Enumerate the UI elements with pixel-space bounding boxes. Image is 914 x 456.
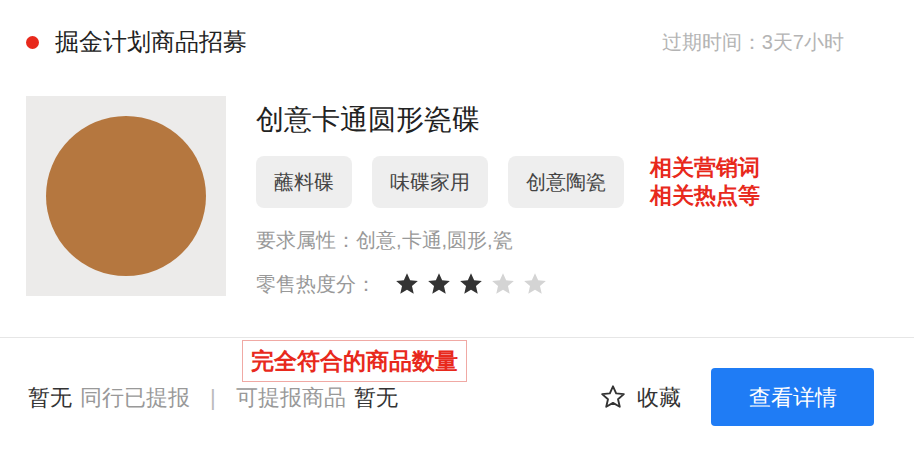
header-title-group: 掘金计划商品招募: [26, 24, 247, 60]
annotation-line: 相关热点等: [650, 182, 760, 210]
footer-actions: 收藏查看详情: [599, 368, 874, 426]
divider: [0, 337, 914, 338]
peer-label: 同行已提报: [80, 381, 190, 414]
tag-row: 蘸料碟味碟家用创意陶瓷相关营销词相关热点等: [256, 154, 760, 210]
peer-count: 暂无: [28, 381, 72, 414]
rating-label: 零售热度分：: [256, 270, 376, 298]
card-header: 掘金计划商品招募 过期时间：3天7小时: [0, 0, 914, 60]
tags-annotation: 相关营销词相关热点等: [650, 154, 760, 210]
product-row: 创意卡通圆形瓷碟蘸料碟味碟家用创意陶瓷相关营销词相关热点等要求属性：创意,卡通,…: [0, 96, 914, 296]
product-tag: 蘸料碟: [256, 156, 352, 208]
card-title: 掘金计划商品招募: [55, 24, 247, 60]
star-icon: [490, 271, 516, 297]
available-label: 可提报商品: [236, 381, 346, 414]
plate-shape: [46, 116, 206, 276]
required-attributes: 要求属性：创意,卡通,圆形,瓷: [256, 226, 760, 254]
status-dot: [26, 36, 39, 49]
footer-stats: 暂无同行已提报|可提报商品暂无: [28, 368, 398, 426]
rating-stars: [394, 271, 548, 297]
separator: |: [210, 381, 216, 414]
count-annotation: 完全符合的商品数量: [242, 340, 467, 382]
star-icon: [394, 271, 420, 297]
favorite-button[interactable]: 收藏: [599, 381, 681, 414]
favorite-label: 收藏: [637, 381, 681, 414]
star-icon: [426, 271, 452, 297]
star-icon: [522, 271, 548, 297]
product-tag: 创意陶瓷: [508, 156, 624, 208]
product-image[interactable]: [26, 96, 226, 296]
rating-row: 零售热度分：: [256, 270, 760, 298]
expiry-time: 过期时间：3天7小时: [662, 24, 844, 60]
product-info: 创意卡通圆形瓷碟蘸料碟味碟家用创意陶瓷相关营销词相关热点等要求属性：创意,卡通,…: [256, 96, 760, 296]
available-count: 暂无: [354, 381, 398, 414]
product-name[interactable]: 创意卡通圆形瓷碟: [256, 100, 760, 140]
star-outline-icon: [599, 383, 627, 411]
card-footer: 暂无同行已提报|可提报商品暂无收藏查看详情完全符合的商品数量: [0, 338, 914, 456]
recruit-card: 掘金计划商品招募 过期时间：3天7小时创意卡通圆形瓷碟蘸料碟味碟家用创意陶瓷相关营…: [0, 0, 914, 456]
annotation-line: 相关营销词: [650, 154, 760, 182]
details-button[interactable]: 查看详情: [711, 368, 874, 426]
product-tag: 味碟家用: [372, 156, 488, 208]
star-icon: [458, 271, 484, 297]
